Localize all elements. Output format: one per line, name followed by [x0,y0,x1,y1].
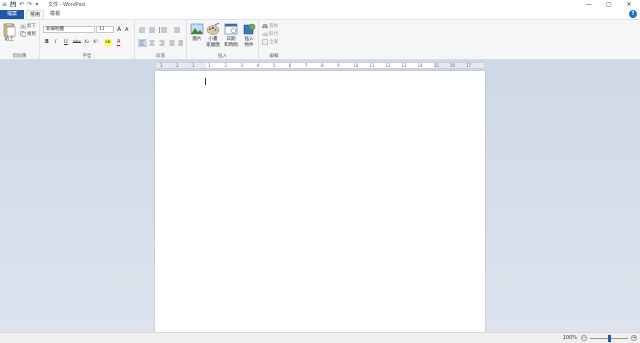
tab-view[interactable]: 檢視 [46,10,64,19]
tab-file[interactable]: 檔案 [0,10,24,19]
text-color-button[interactable]: A [117,39,121,46]
object-label-line2: 物件 [244,43,254,48]
ruler-number: 1 [208,63,211,68]
ruler-number: 7 [304,63,308,68]
text-caret [205,78,206,85]
alignment-controls [137,38,184,48]
replace-icon: ab [262,31,268,38]
ruler-number: 8 [321,63,324,68]
select-all-icon [262,39,268,45]
ruler-number: 17 [465,63,471,68]
ruler-number: 12 [385,63,391,68]
calendar-icon [224,23,238,35]
font-group-label: 字型 [82,54,92,59]
ruler-number: 2 [224,63,227,68]
ruler-right-margin [434,63,484,68]
select-all-button[interactable]: 全選 [262,39,278,45]
copy-label: 複製 [27,32,36,37]
title-bar: ≡ 💾 ↶ ↷ ▾ 文件 - WordPad — ▢ ✕ [0,0,640,10]
group-font: 新細明體 11 A A B I U abc X₂ X² ab A 字型 [40,20,135,60]
font-family-select[interactable]: 新細明體 [43,26,95,33]
replace-label: 取代 [269,32,278,37]
svg-text:ab: ab [262,32,268,37]
ruler-left-margin [156,63,206,68]
tab-home[interactable]: 常用 [26,10,44,19]
maximize-button[interactable]: ▢ [602,0,616,10]
bold-button[interactable]: B [45,39,49,46]
cut-label: 剪下 [27,24,36,29]
object-icon [242,23,256,35]
superscript-button[interactable]: X² [93,39,98,46]
underline-button[interactable]: U [64,39,68,46]
copy-icon [20,31,26,37]
document-page[interactable] [155,71,485,333]
insert-picture-button[interactable]: 圖片 [190,23,204,42]
ruler-number: 16 [449,63,455,68]
picture-icon [190,23,204,35]
datetime-label-line2: 和時間 [224,43,238,48]
ribbon-tabs: 檔案 常用 檢視 [0,10,640,19]
ruler-number: 4 [256,63,260,68]
ruler-number: 15 [433,63,439,68]
insert-object-button[interactable]: 插入 物件 [241,23,257,48]
zoom-percent: 100% [562,335,577,341]
ruler[interactable]: 3 2 1 1 2 3 4 5 6 7 8 9 10 11 12 13 14 15 16 17 [155,62,485,69]
ruler-number: 6 [288,63,292,68]
insert-group-label: 插入 [218,54,227,59]
zoom-slider-thumb[interactable] [607,335,611,342]
picture-label: 圖片 [192,37,202,42]
find-label: 尋找 [269,24,278,29]
font-size-select[interactable]: 11 [96,26,114,33]
ruler-number: 3 [240,63,244,68]
paragraph-group-label: 段落 [156,54,165,59]
ruler-number: 5 [272,63,276,68]
select-all-label: 全選 [269,40,278,45]
ruler-number: 10 [353,63,359,68]
paint-icon [206,22,220,35]
group-editing: 尋找 ab 取代 全選 編輯 [259,20,289,60]
ruler-number: 11 [369,63,375,68]
ruler-number: 2 [176,63,179,68]
ruler-number: 13 [401,63,407,68]
italic-button[interactable]: I [55,39,56,46]
clipboard-group-label: 剪貼簿 [12,54,27,59]
ruler-number: 1 [192,63,195,68]
date-time-button[interactable]: 日期 和時間 [223,23,239,48]
ruler-number: 9 [337,63,340,68]
paint-label-line2: 家繪圖 [206,43,220,48]
ruler-number: 14 [417,63,423,68]
help-icon[interactable]: ? [629,10,637,18]
close-button[interactable]: ✕ [622,0,636,10]
ruler-number: 3 [160,63,163,68]
copy-button[interactable]: 複製 [20,31,36,37]
window-title: 文件 - WordPad [48,2,85,8]
find-button[interactable]: 尋找 [262,23,278,29]
highlight-color-button[interactable]: ab [104,39,112,46]
zoom-out-button[interactable]: − [581,335,587,341]
grow-font-button[interactable]: A [117,26,121,33]
group-paragraph: 段落 [135,20,187,60]
binoculars-icon [262,23,268,29]
group-clipboard: 貼上 剪下 複製 剪貼簿 [0,20,40,60]
status-bar: 100% − + [0,332,640,343]
ribbon: 貼上 剪下 複製 剪貼簿 新細明體 11 A A B I U abc X₂ X²… [0,19,640,60]
minimize-button[interactable]: — [582,0,596,10]
group-insert: 圖片 小畫 家繪圖 日期 和時間 插入 物件 插入 [187,20,259,60]
editing-group-label: 編輯 [269,54,279,59]
subscript-button[interactable]: X₂ [84,39,89,46]
strikethrough-button[interactable]: abc [73,39,81,46]
paste-button[interactable]: 貼上 [2,22,16,42]
paste-icon [2,22,16,37]
list-indent-controls [138,26,184,34]
paint-drawing-button[interactable]: 小畫 家繪圖 [205,22,221,48]
paste-label: 貼上 [4,37,14,42]
zoom-in-button[interactable]: + [631,335,637,341]
scissors-icon [20,23,26,29]
replace-button[interactable]: ab 取代 [262,31,278,38]
cut-button[interactable]: 剪下 [20,23,36,29]
shrink-font-button[interactable]: A [125,27,128,34]
